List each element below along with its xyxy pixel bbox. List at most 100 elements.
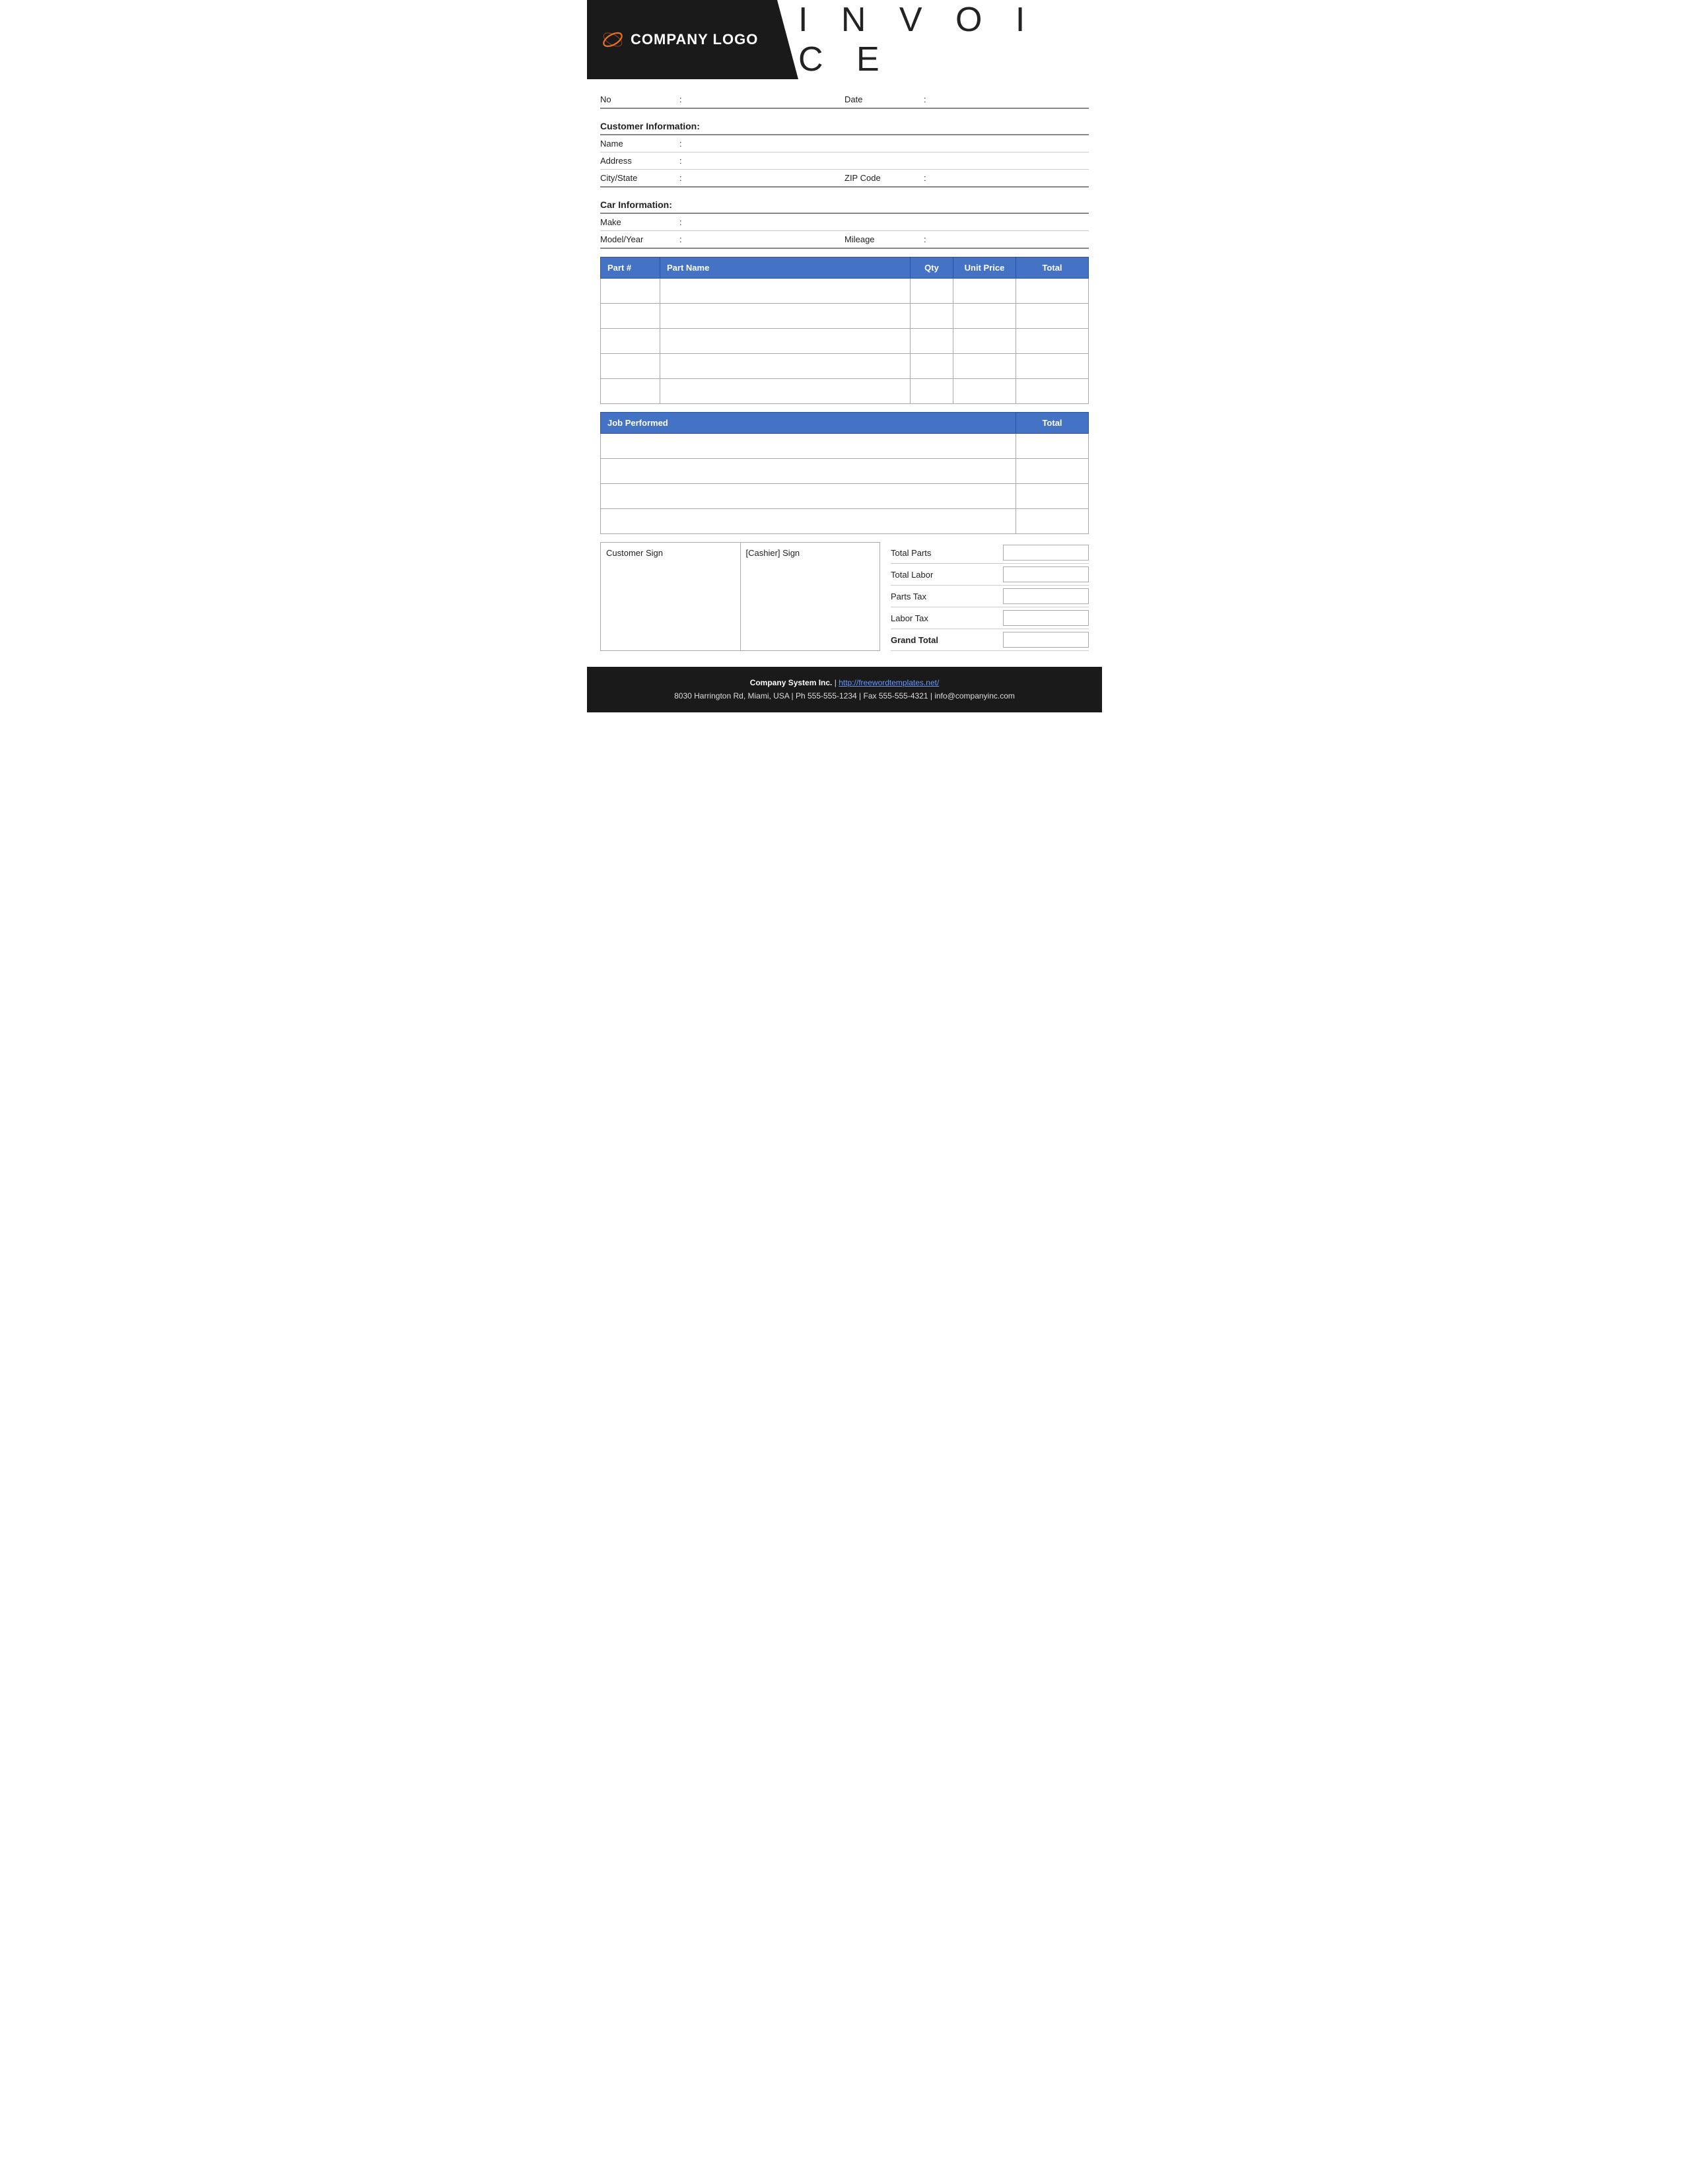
grand-total-label: Grand Total [891,635,1003,645]
total-labor-label: Total Labor [891,570,1003,580]
part-total-cell [1016,354,1089,379]
part-price-cell [953,379,1016,404]
total-labor-row: Total Labor [891,564,1089,586]
job-total-cell [1016,459,1089,484]
col-price-header: Unit Price [953,257,1016,279]
part-qty-cell [911,354,953,379]
name-label: Name [600,139,679,149]
bottom-section: Customer Sign [Cashier] Sign Total Parts… [587,542,1102,651]
parts-tax-label: Parts Tax [891,592,1003,601]
col-part-header: Part # [601,257,660,279]
part-num-cell [601,304,660,329]
part-qty-cell [911,279,953,304]
car-info-section: Car Information: Make : Model/Year : Mil… [587,194,1102,249]
cashier-sign-box: [Cashier] Sign [741,543,880,650]
job-table-row [601,459,1089,484]
job-table-header: Job Performed Total [601,413,1089,434]
job-desc-cell [601,459,1016,484]
address-row: Address : [600,153,1089,170]
part-price-cell [953,279,1016,304]
parts-table-header: Part # Part Name Qty Unit Price Total [601,257,1089,279]
parts-table: Part # Part Name Qty Unit Price Total [600,257,1089,404]
part-name-cell [660,379,911,404]
make-label: Make [600,217,679,227]
sign-area: Customer Sign [Cashier] Sign [600,542,880,651]
footer-address: 8030 Harrington Rd, Miami, USA | Ph 555-… [600,689,1089,702]
job-total-cell [1016,434,1089,459]
total-parts-label: Total Parts [891,548,1003,558]
part-num-cell [601,279,660,304]
parts-tax-row: Parts Tax [891,586,1089,607]
labor-tax-label: Labor Tax [891,613,1003,623]
part-qty-cell [911,329,953,354]
part-total-cell [1016,279,1089,304]
part-price-cell [953,304,1016,329]
col-name-header: Part Name [660,257,911,279]
part-total-cell [1016,329,1089,354]
address-colon: : [679,156,693,166]
footer-company: Company System Inc. [750,678,833,687]
no-date-row: No : Date : [600,91,1089,109]
col-job-total-header: Total [1016,413,1089,434]
parts-table-row [601,354,1089,379]
date-label: Date [844,94,924,104]
no-label: No [600,94,679,104]
part-qty-cell [911,304,953,329]
city-state-colon: : [679,173,693,183]
name-row: Name : [600,135,1089,153]
col-qty-header: Qty [911,257,953,279]
mileage-label: Mileage [844,234,924,244]
job-desc-cell [601,509,1016,534]
logo-icon [600,27,625,52]
customer-sign-label: Customer Sign [606,548,663,558]
job-table-row [601,434,1089,459]
make-colon: : [679,217,693,227]
zip-colon: : [924,173,937,183]
total-parts-value [1003,545,1089,561]
part-name-cell [660,279,911,304]
city-state-label: City/State [600,173,679,183]
customer-info-section: Customer Information: Name : Address : C… [587,116,1102,188]
parts-table-row [601,329,1089,354]
invoice-title-area: I N V O I C E [798,0,1102,79]
footer: Company System Inc. | http://freewordtem… [587,667,1102,712]
logo-text: COMPANY LOGO [600,27,758,52]
part-price-cell [953,354,1016,379]
parts-table-row [601,304,1089,329]
address-label: Address [600,156,679,166]
customer-section-title: Customer Information: [600,116,1089,135]
model-mileage-row: Model/Year : Mileage : [600,231,1089,249]
part-name-cell [660,354,911,379]
job-total-cell [1016,484,1089,509]
parts-table-row [601,279,1089,304]
logo-area: COMPANY LOGO [587,0,798,79]
col-total-header: Total [1016,257,1089,279]
labor-tax-value [1003,610,1089,626]
labor-tax-row: Labor Tax [891,607,1089,629]
job-total-cell [1016,509,1089,534]
invoice-number-date-section: No : Date : [587,91,1102,109]
part-qty-cell [911,379,953,404]
make-row: Make : [600,214,1089,231]
part-num-cell [601,329,660,354]
invoice-title: I N V O I C E [798,0,1089,79]
footer-website[interactable]: http://freewordtemplates.net/ [839,678,939,687]
col-job-header: Job Performed [601,413,1016,434]
parts-table-body [601,279,1089,404]
job-table-row [601,484,1089,509]
model-year-colon: : [679,234,693,244]
job-table: Job Performed Total [600,412,1089,534]
job-desc-cell [601,484,1016,509]
part-total-cell [1016,304,1089,329]
car-section-title: Car Information: [600,194,1089,214]
parts-tax-value [1003,588,1089,604]
job-table-row [601,509,1089,534]
part-name-cell [660,329,911,354]
header: COMPANY LOGO I N V O I C E [587,0,1102,79]
total-labor-value [1003,566,1089,582]
customer-sign-box: Customer Sign [601,543,741,650]
parts-table-row [601,379,1089,404]
date-colon: : [924,94,937,104]
model-year-label: Model/Year [600,234,679,244]
part-name-cell [660,304,911,329]
